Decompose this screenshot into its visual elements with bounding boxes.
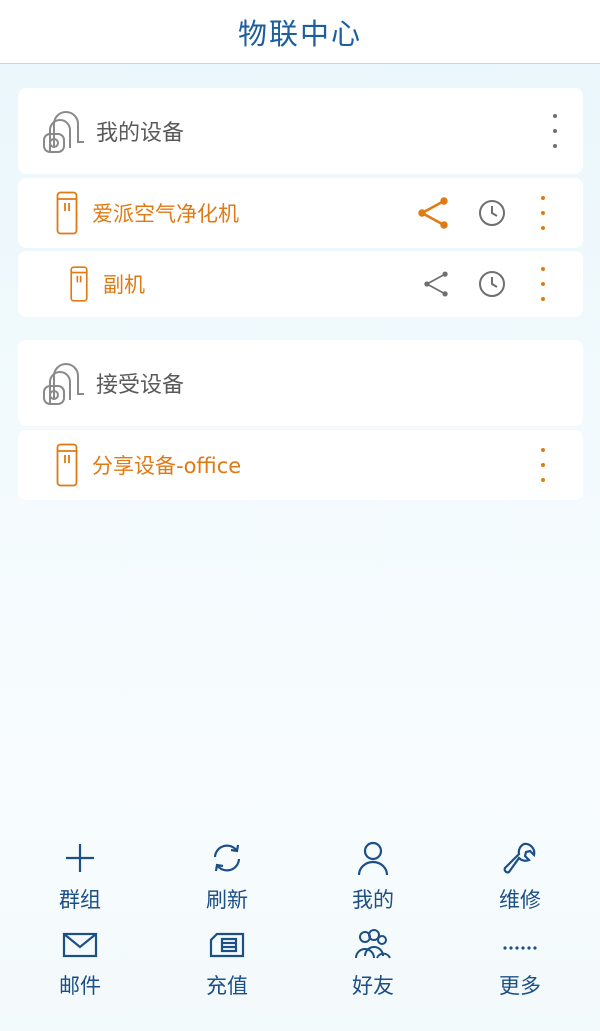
refresh-icon xyxy=(213,844,241,872)
menu-item-mail[interactable]: 邮件 xyxy=(20,926,140,1006)
device-more-menu-button[interactable] xyxy=(537,196,549,230)
menu-label: 更多 xyxy=(499,974,541,998)
group-more-menu-button[interactable] xyxy=(549,114,561,148)
menu-item-recharge[interactable]: 充值 xyxy=(167,926,287,1006)
menu-item-refresh[interactable]: 刷新 xyxy=(167,840,287,920)
menu-label: 充值 xyxy=(206,974,248,998)
friends-icon xyxy=(355,929,391,959)
clock-icon[interactable] xyxy=(478,199,506,227)
device-more-menu-button[interactable] xyxy=(537,448,549,482)
menu-label: 刷新 xyxy=(206,888,248,912)
device-label: 爱派空气净化机 xyxy=(92,202,239,226)
air-purifier-icon xyxy=(56,191,78,235)
share-icon[interactable] xyxy=(416,196,450,230)
device-row[interactable]: 分享设备-office xyxy=(18,430,583,500)
device-row[interactable]: 爱派空气净化机 xyxy=(18,178,583,248)
menu-item-repair[interactable]: 维修 xyxy=(460,840,580,920)
group-my-devices-header[interactable]: 我的设备 xyxy=(18,88,583,174)
share-icon[interactable] xyxy=(422,270,450,298)
clock-icon[interactable] xyxy=(478,270,506,298)
menu-item-friends[interactable]: 好友 xyxy=(313,926,433,1006)
menu-label: 群组 xyxy=(59,888,101,912)
menu-item-mine[interactable]: 我的 xyxy=(313,840,433,920)
menu-label: 邮件 xyxy=(59,974,101,998)
recharge-card-icon xyxy=(209,932,245,958)
more-dots-icon xyxy=(503,946,537,950)
menu-label: 我的 xyxy=(352,888,394,912)
app-header: 物联中心 xyxy=(0,0,600,64)
page-title: 物联中心 xyxy=(237,16,362,51)
menu-label: 好友 xyxy=(352,974,394,998)
menu-item-more[interactable]: 更多 xyxy=(460,926,580,1006)
device-more-menu-button[interactable] xyxy=(537,267,549,301)
device-group-icon xyxy=(43,111,84,153)
plus-icon xyxy=(66,844,94,872)
air-purifier-icon xyxy=(70,266,88,302)
device-row[interactable]: 副机 xyxy=(18,251,583,317)
group-title: 我的设备 xyxy=(96,121,185,146)
person-icon xyxy=(357,841,389,876)
menu-label: 维修 xyxy=(499,888,541,912)
air-purifier-icon xyxy=(56,443,78,487)
device-label: 分享设备-office xyxy=(92,454,242,478)
device-label: 副机 xyxy=(103,273,145,297)
mail-icon xyxy=(62,932,98,958)
group-received-devices-header[interactable]: 接受设备 xyxy=(18,340,583,426)
device-group-icon xyxy=(43,363,84,405)
group-title: 接受设备 xyxy=(96,373,185,398)
menu-item-group[interactable]: 群组 xyxy=(20,840,140,920)
wrench-icon xyxy=(503,842,536,874)
